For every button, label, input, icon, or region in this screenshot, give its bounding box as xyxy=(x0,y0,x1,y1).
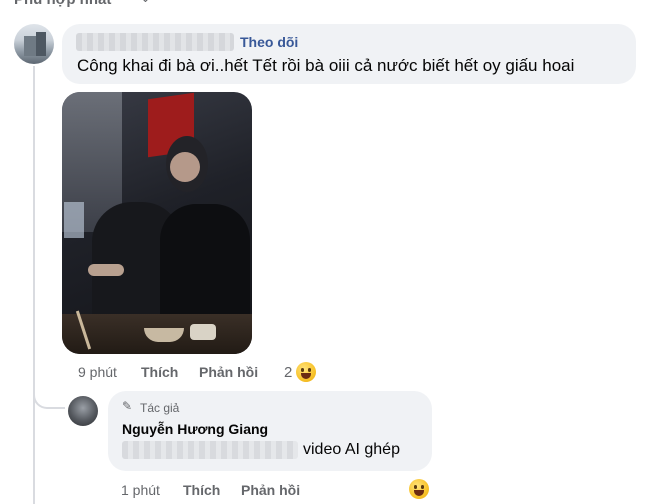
reply-reply-button[interactable]: Phản hồi xyxy=(241,482,300,498)
reply-time[interactable]: 1 phút xyxy=(121,482,160,498)
comment-time[interactable]: 9 phút xyxy=(78,364,117,380)
thread-line xyxy=(33,66,35,504)
reply-text: video AI ghép xyxy=(303,441,400,458)
author-avatar[interactable] xyxy=(68,396,98,426)
pencil-icon: ✎ xyxy=(122,399,133,413)
thread-connector xyxy=(33,385,65,409)
reaction-count[interactable]: 2 xyxy=(284,364,292,381)
comment-photo[interactable] xyxy=(62,92,252,354)
author-badge: Tác giả xyxy=(140,401,180,415)
sort-label[interactable]: Phù hợp nhất xyxy=(14,0,111,8)
laughing-emoji-icon[interactable] xyxy=(409,479,429,499)
author-name[interactable]: Nguyễn Hương Giang xyxy=(122,421,268,437)
reply-text-blurred xyxy=(122,441,298,459)
like-button[interactable]: Thích xyxy=(141,364,178,380)
comment-text: Công khai đi bà ơi..hết Tết rồi bà oiii … xyxy=(77,56,575,75)
commenter-name-blurred[interactable] xyxy=(76,33,234,51)
reply-button[interactable]: Phản hồi xyxy=(199,364,258,380)
laughing-emoji-icon[interactable] xyxy=(296,362,316,382)
commenter-avatar[interactable] xyxy=(14,24,54,64)
follow-link[interactable]: Theo dõi xyxy=(240,34,298,50)
chevron-down-icon[interactable]: ⌄ xyxy=(140,0,151,6)
reply-like-button[interactable]: Thích xyxy=(183,482,220,498)
